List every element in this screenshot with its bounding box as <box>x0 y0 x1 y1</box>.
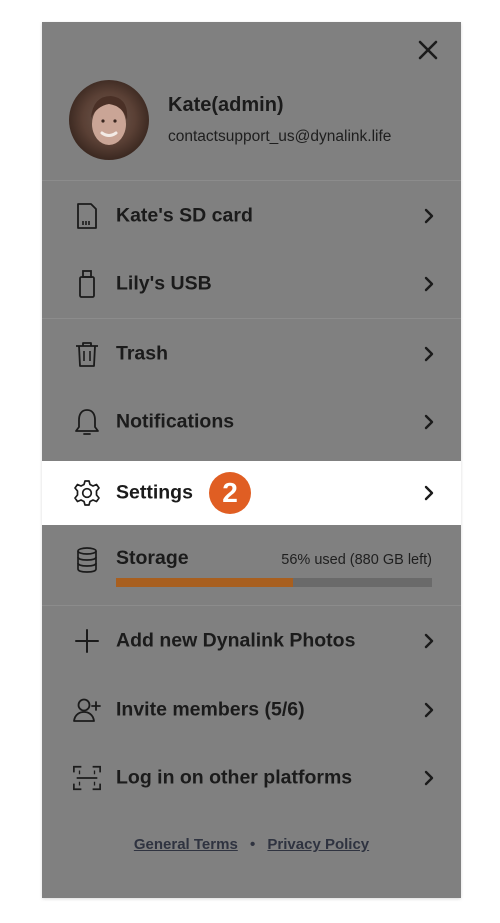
menu-label: Trash <box>116 342 169 365</box>
menu-item-settings[interactable]: Settings 2 <box>42 461 461 525</box>
action-label: Log in on other platforms <box>116 766 353 789</box>
chevron-right-icon <box>424 770 434 786</box>
storage-progress-fill <box>116 578 293 587</box>
action-label: Invite members (5/6) <box>116 698 305 721</box>
general-terms-link[interactable]: General Terms <box>134 836 238 853</box>
footer-separator: • <box>249 836 256 853</box>
gear-icon <box>72 478 102 508</box>
add-user-icon <box>72 695 102 725</box>
chevron-right-icon <box>424 702 434 718</box>
device-item-usb[interactable]: Lily's USB <box>42 250 461 318</box>
add-dynalink-photos-button[interactable]: Add new Dynalink Photos <box>42 607 461 675</box>
chevron-right-icon <box>424 485 434 501</box>
privacy-policy-link[interactable]: Privacy Policy <box>267 836 369 853</box>
trash-icon <box>72 339 102 369</box>
divider <box>42 318 461 319</box>
menu-item-trash[interactable]: Trash <box>42 320 461 388</box>
chevron-right-icon <box>424 414 434 430</box>
device-label: Kate's SD card <box>116 204 253 227</box>
profile-section: Kate(admin) contactsupport_us@dynalink.l… <box>42 22 461 181</box>
storage-progress-bar <box>116 578 432 587</box>
account-menu-panel: Kate(admin) contactsupport_us@dynalink.l… <box>42 22 461 898</box>
plus-icon <box>72 626 102 656</box>
storage-usage-text: 56% used (880 GB left) <box>281 552 432 568</box>
sd-card-icon <box>72 201 102 231</box>
menu-label: Notifications <box>116 410 235 433</box>
login-other-platforms-button[interactable]: Log in on other platforms <box>42 744 461 812</box>
user-email: contactsupport_us@dynalink.life <box>168 128 392 145</box>
step-badge: 2 <box>209 472 251 514</box>
device-item-sd-card[interactable]: Kate's SD card <box>42 182 461 250</box>
storage-section: Storage 56% used (880 GB left) <box>42 525 461 606</box>
user-name: Kate(admin) <box>168 94 284 116</box>
chevron-right-icon <box>424 208 434 224</box>
action-label: Add new Dynalink Photos <box>116 629 356 652</box>
device-label: Lily's USB <box>116 272 212 295</box>
chevron-right-icon <box>424 633 434 649</box>
avatar <box>69 80 149 160</box>
usb-icon <box>72 269 102 299</box>
invite-members-button[interactable]: Invite members (5/6) <box>42 676 461 744</box>
storage-label: Storage <box>116 547 189 569</box>
footer-links: General Terms • Privacy Policy <box>42 836 461 853</box>
chevron-right-icon <box>424 276 434 292</box>
scan-icon <box>72 763 102 793</box>
settings-label: Settings <box>116 481 193 504</box>
chevron-right-icon <box>424 346 434 362</box>
database-icon <box>72 545 102 575</box>
bell-icon <box>72 407 102 437</box>
menu-item-notifications[interactable]: Notifications <box>42 388 461 456</box>
